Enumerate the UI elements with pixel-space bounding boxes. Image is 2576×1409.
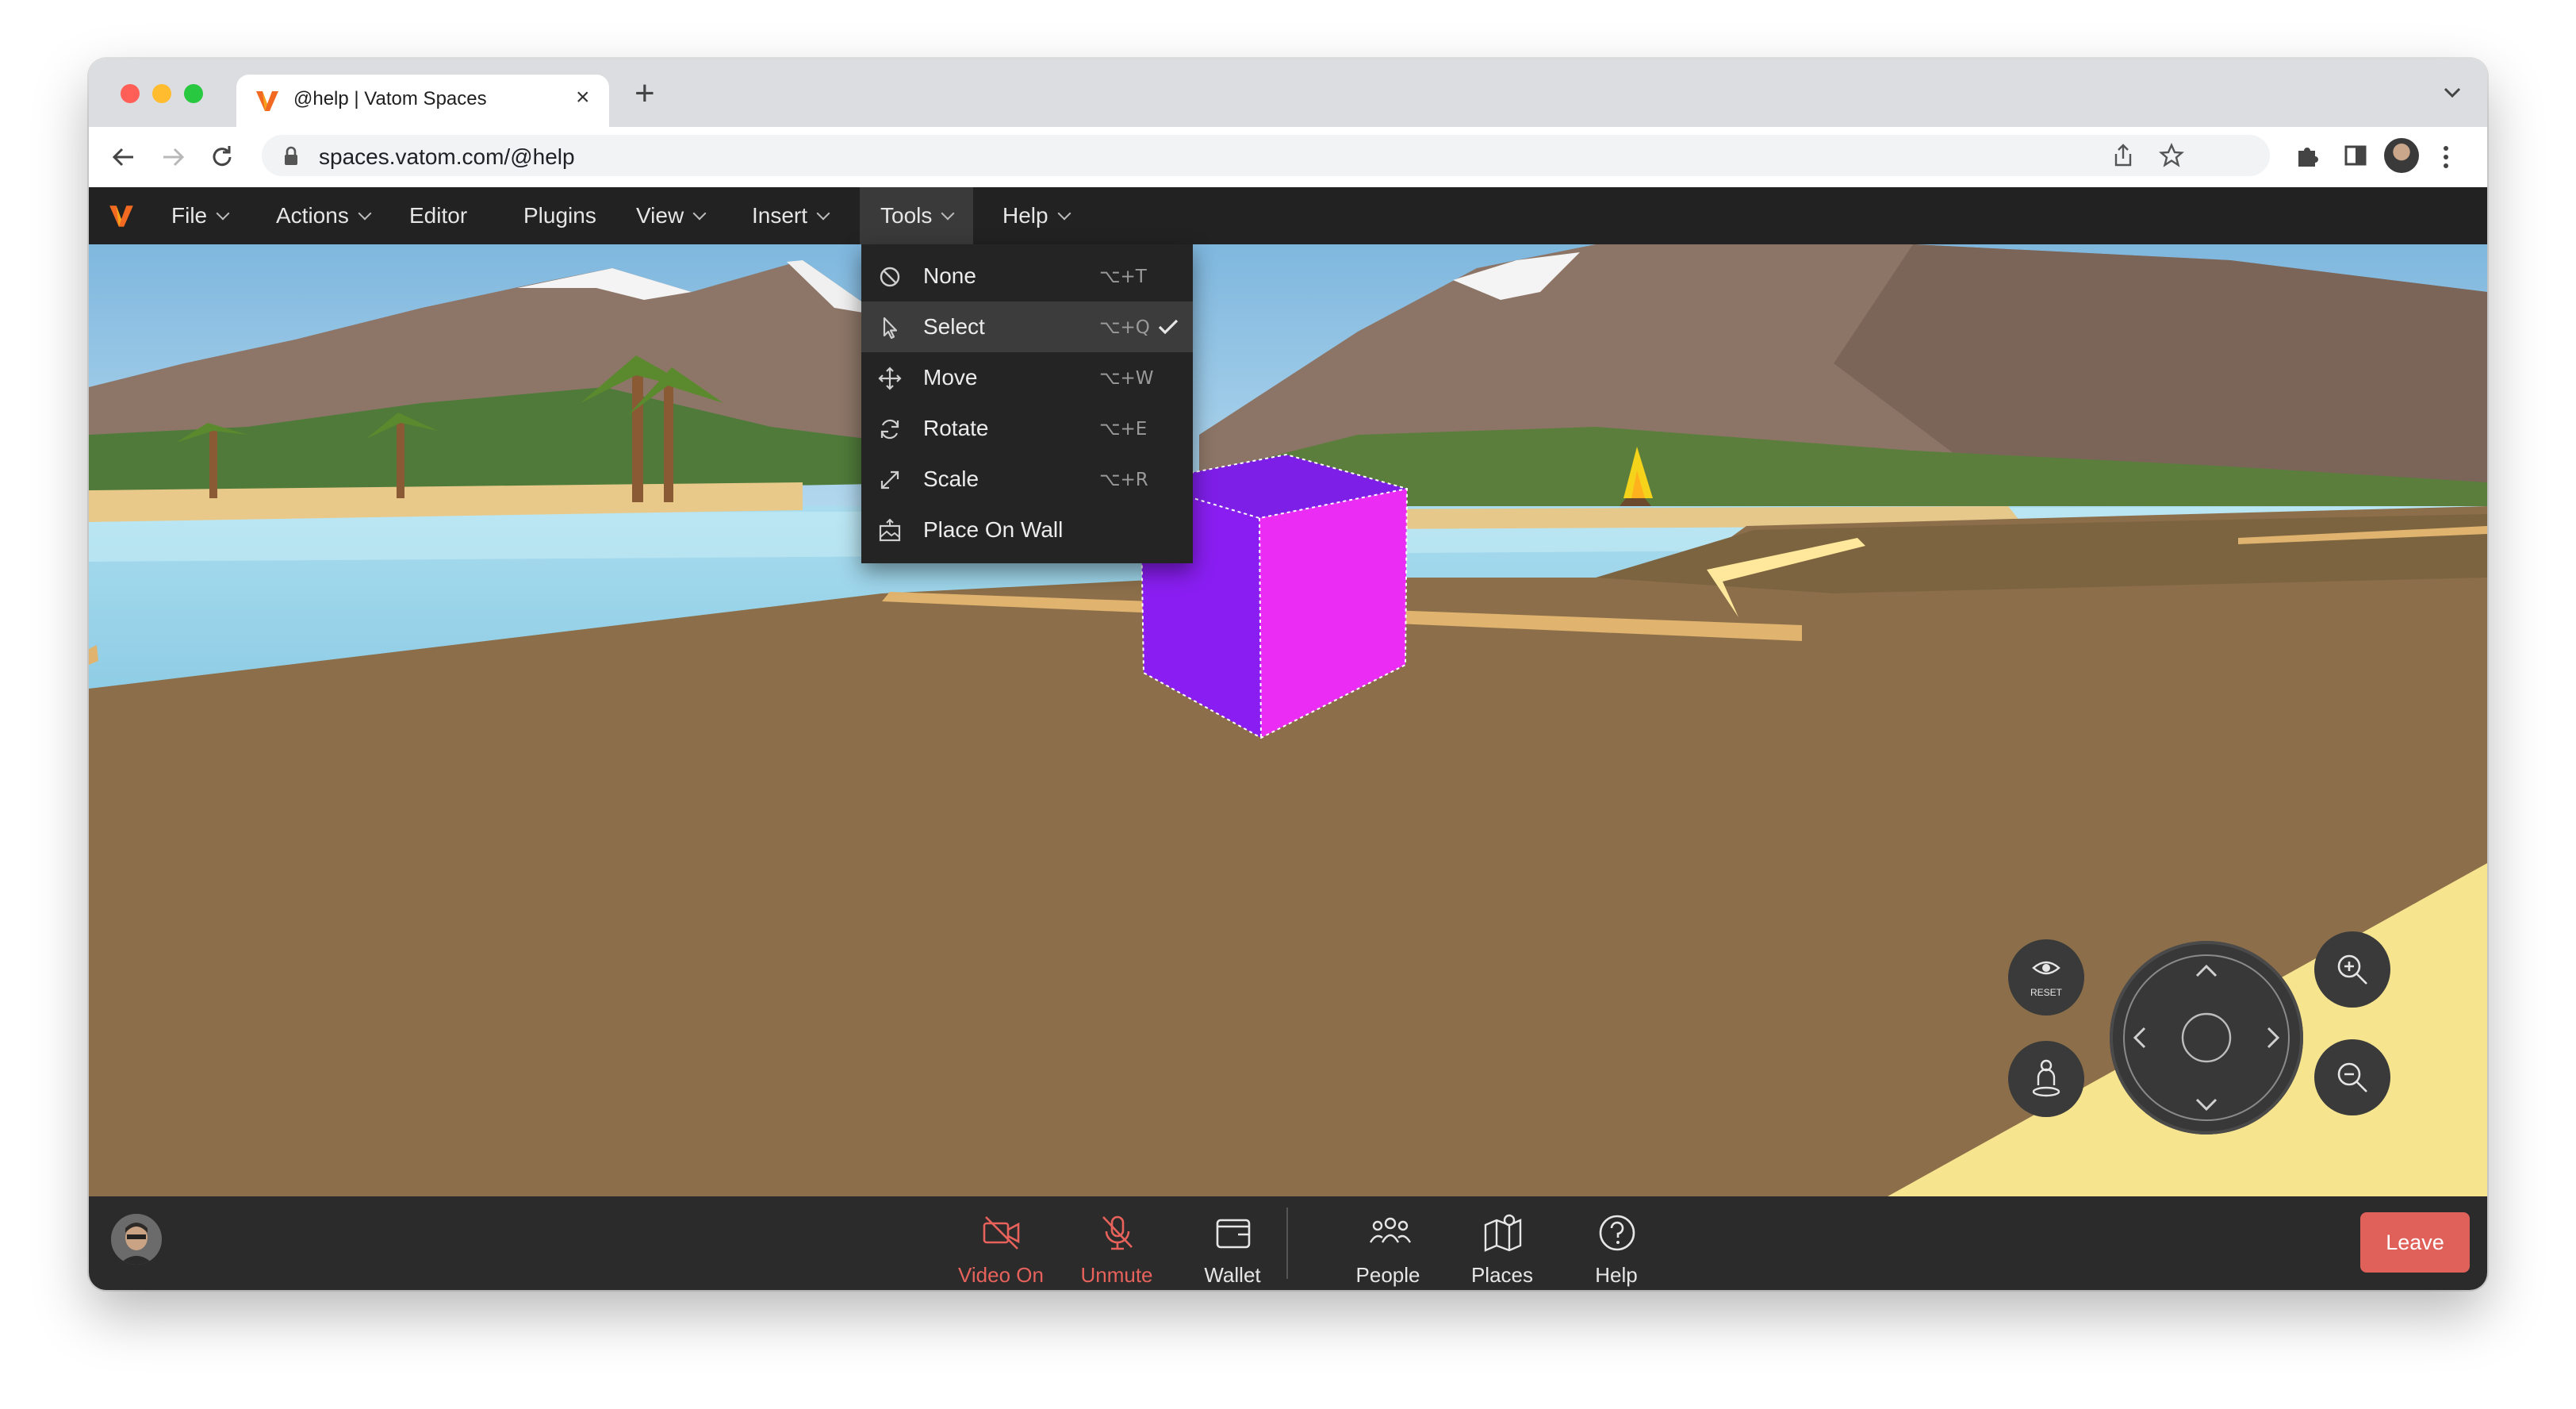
reload-icon[interactable] xyxy=(208,143,236,171)
cursor-icon xyxy=(883,317,898,340)
new-tab-icon[interactable]: + xyxy=(634,76,655,111)
tools-menu-item-move[interactable]: Move ⌥+W xyxy=(861,352,1193,403)
back-icon[interactable] xyxy=(109,143,138,171)
tools-menu-item-scale[interactable]: Scale ⌥+R xyxy=(861,454,1193,505)
menu-file[interactable]: File xyxy=(171,187,230,244)
user-avatar-image xyxy=(111,1214,162,1265)
chevron-down-icon xyxy=(941,206,955,221)
menu-editor[interactable]: Editor xyxy=(409,187,467,244)
zoom-in-icon xyxy=(2337,954,2367,985)
close-tab-icon[interactable]: × xyxy=(576,84,590,111)
bookmark-star-icon[interactable] xyxy=(2159,143,2184,168)
profile-avatar[interactable] xyxy=(2384,138,2419,173)
people-icon xyxy=(1369,1217,1412,1243)
wallet-icon xyxy=(1216,1219,1251,1249)
tools-dropdown-menu: None ⌥+T Select ⌥+Q Move ⌥+W Rotate ⌥+E … xyxy=(861,244,1193,563)
user-avatar[interactable] xyxy=(111,1214,162,1265)
move-icon xyxy=(878,367,902,390)
menu-plugins[interactable]: Plugins xyxy=(523,187,596,244)
unmute-button[interactable]: Unmute xyxy=(1061,1207,1172,1287)
chevron-down-icon xyxy=(816,206,830,221)
places-button[interactable]: Places xyxy=(1447,1207,1558,1287)
browser-tab[interactable]: @help | Vatom Spaces × xyxy=(236,75,609,127)
people-button[interactable]: People xyxy=(1332,1207,1443,1287)
joystick-arrows-icon xyxy=(2123,954,2290,1121)
extensions-puzzle-icon[interactable] xyxy=(2294,143,2321,170)
browser-menu-icon[interactable] xyxy=(2441,143,2451,171)
mic-off-icon xyxy=(1102,1215,1133,1250)
zoom-out-icon xyxy=(2337,1062,2367,1092)
chevron-down-icon xyxy=(692,206,707,221)
menu-view[interactable]: View xyxy=(636,187,707,244)
menu-insert[interactable]: Insert xyxy=(752,187,830,244)
browser-toolbar: spaces.vatom.com/@help xyxy=(89,127,2487,189)
zoom-in-button[interactable] xyxy=(2314,931,2390,1008)
wallet-button[interactable]: Wallet xyxy=(1177,1207,1288,1287)
share-icon[interactable] xyxy=(2111,143,2135,168)
maximize-window-button[interactable] xyxy=(184,84,203,103)
bottom-toolbar: Video On Unmute Wallet People Places Hel… xyxy=(89,1196,2487,1290)
avatar-camera-button[interactable] xyxy=(2008,1041,2084,1117)
chevron-down-icon xyxy=(358,206,372,221)
tab-title: @help | Vatom Spaces xyxy=(293,88,487,109)
zoom-out-button[interactable] xyxy=(2314,1039,2390,1115)
movement-joystick[interactable] xyxy=(2110,941,2303,1134)
forward-icon[interactable] xyxy=(159,143,187,171)
tools-menu-item-rotate[interactable]: Rotate ⌥+E xyxy=(861,403,1193,454)
minimize-window-button[interactable] xyxy=(152,84,171,103)
leave-button[interactable]: Leave xyxy=(2360,1212,2470,1273)
person-pin-icon xyxy=(2032,1059,2060,1097)
vatom-favicon-icon xyxy=(256,91,278,111)
reset-label: RESET xyxy=(2030,987,2062,998)
tools-menu-item-place-on-wall[interactable]: Place On Wall xyxy=(861,505,1193,555)
menu-help[interactable]: Help xyxy=(1002,187,1071,244)
tab-strip: @help | Vatom Spaces × + xyxy=(89,59,2487,127)
browser-window: @help | Vatom Spaces × + spaces.vatom.co… xyxy=(89,59,2487,1290)
chevron-down-icon xyxy=(1057,206,1071,221)
help-icon xyxy=(1599,1215,1635,1251)
url-text[interactable]: spaces.vatom.com/@help xyxy=(319,144,575,170)
video-toggle-button[interactable]: Video On xyxy=(945,1207,1056,1287)
3d-viewport[interactable]: RESET xyxy=(89,244,2487,1196)
tools-menu-item-select[interactable]: Select ⌥+Q xyxy=(861,301,1193,352)
menu-tools[interactable]: Tools xyxy=(860,187,974,244)
address-bar[interactable]: spaces.vatom.com/@help xyxy=(262,135,2270,176)
none-icon xyxy=(880,267,900,287)
reset-view-button[interactable]: RESET xyxy=(2008,939,2084,1015)
video-off-icon xyxy=(983,1216,1020,1250)
vatom-logo-icon[interactable] xyxy=(106,202,136,230)
chevron-down-icon xyxy=(216,206,230,221)
checkmark-icon xyxy=(1158,319,1179,335)
scale-icon xyxy=(880,470,899,490)
place-on-wall-icon xyxy=(879,518,901,542)
app-menubar: File Actions Editor Plugins View Insert … xyxy=(89,187,2487,244)
eye-reset-icon xyxy=(2032,961,2060,975)
help-button[interactable]: Help xyxy=(1561,1207,1672,1287)
menu-actions[interactable]: Actions xyxy=(276,187,372,244)
tab-search-chevron-icon[interactable] xyxy=(2443,86,2462,100)
lock-icon[interactable] xyxy=(282,146,300,167)
close-window-button[interactable] xyxy=(121,84,140,103)
toolbar-divider xyxy=(1286,1207,1288,1279)
places-icon xyxy=(1484,1214,1522,1252)
tools-menu-item-none[interactable]: None ⌥+T xyxy=(861,251,1193,301)
rotate-icon xyxy=(880,419,899,440)
side-panel-icon[interactable] xyxy=(2343,143,2368,168)
